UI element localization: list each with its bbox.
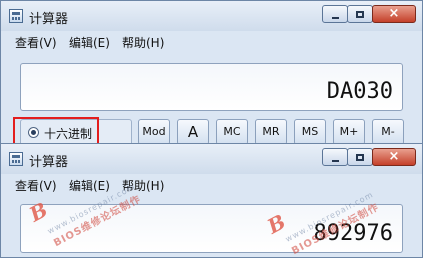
calculator-window-hex: 计算器 × 查看(V) 编辑(E) 帮助(H) DA030 十六进制 Mod A…: [0, 0, 423, 152]
result-display: DA030: [20, 63, 403, 111]
number-system-group: 十六进制: [20, 119, 132, 146]
title-bar[interactable]: 计算器 ×: [1, 1, 422, 31]
hex-radio-label[interactable]: 十六进制: [44, 125, 92, 142]
m-plus-button[interactable]: M+: [333, 119, 365, 145]
mr-button[interactable]: MR: [255, 119, 287, 145]
menu-view[interactable]: 查看(V): [15, 177, 57, 194]
mod-button[interactable]: Mod: [138, 119, 170, 145]
caption-buttons: ×: [322, 148, 416, 168]
hex-radio[interactable]: [28, 127, 39, 138]
close-button[interactable]: ×: [372, 148, 416, 166]
close-button[interactable]: ×: [372, 5, 416, 23]
close-icon: ×: [388, 6, 400, 21]
calculator-app-icon: [9, 152, 23, 166]
m-minus-button[interactable]: M-: [372, 119, 404, 145]
title-bar[interactable]: 计算器 ×: [1, 144, 422, 174]
mc-button[interactable]: MC: [216, 119, 248, 145]
menu-bar: 查看(V) 编辑(E) 帮助(H): [1, 174, 422, 194]
radio-selected-dot: [31, 130, 36, 135]
ms-button[interactable]: MS: [294, 119, 326, 145]
close-icon: ×: [388, 149, 400, 164]
a-button[interactable]: A: [177, 119, 209, 145]
minimize-button[interactable]: [322, 148, 348, 166]
caption-buttons: ×: [322, 5, 416, 25]
menu-help[interactable]: 帮助(H): [122, 34, 164, 51]
display-value: DA030: [326, 79, 393, 104]
menu-view[interactable]: 查看(V): [15, 34, 57, 51]
minimize-button[interactable]: [322, 5, 348, 23]
window-title: 计算器: [29, 12, 69, 27]
maximize-button[interactable]: [347, 5, 373, 23]
menu-edit[interactable]: 编辑(E): [69, 34, 110, 51]
window-title: 计算器: [29, 155, 69, 170]
calculator-app-icon: [9, 9, 23, 23]
menu-edit[interactable]: 编辑(E): [69, 177, 110, 194]
maximize-button[interactable]: [347, 148, 373, 166]
menu-bar: 查看(V) 编辑(E) 帮助(H): [1, 31, 422, 51]
